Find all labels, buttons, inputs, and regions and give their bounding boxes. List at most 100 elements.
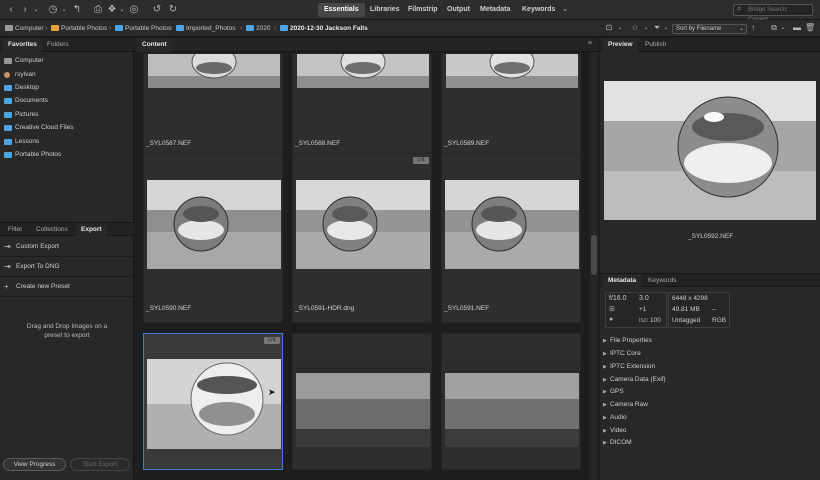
breadcrumb-jackson-falls[interactable]: 2020-12-30 Jackson Falls bbox=[280, 24, 368, 33]
tab-keywords[interactable]: Keywords bbox=[643, 274, 682, 288]
panel-menu-icon[interactable]: ≡ bbox=[588, 40, 592, 47]
open-in-camera-raw-icon[interactable]: ◎ bbox=[129, 3, 139, 17]
chevron-down-icon: ⌄ bbox=[738, 26, 744, 32]
tab-publish[interactable]: Publish bbox=[640, 38, 671, 52]
tab-export[interactable]: Export bbox=[76, 223, 107, 237]
preview-tabs: Preview Publish bbox=[600, 38, 820, 52]
computer-icon bbox=[4, 58, 12, 64]
boomerang-icon[interactable]: ↰ bbox=[72, 3, 82, 17]
breadcrumb-separator-icon: › bbox=[45, 25, 48, 32]
breadcrumb-computer[interactable]: Computer bbox=[5, 24, 44, 33]
export-tabs: Filter Collections Export bbox=[0, 222, 134, 237]
thumbnail-cell[interactable] bbox=[441, 333, 581, 470]
tab-metadata[interactable]: Metadata bbox=[603, 274, 642, 288]
metadata-tabs: Metadata Keywords bbox=[600, 273, 820, 288]
chevron-down-icon[interactable]: ⌄ bbox=[642, 21, 650, 35]
tab-collections[interactable]: Collections bbox=[31, 223, 73, 237]
breadcrumb-separator-icon: › bbox=[170, 25, 173, 32]
section-gps[interactable]: ▶ GPS bbox=[600, 386, 814, 399]
workspace-output[interactable]: Output bbox=[441, 3, 476, 17]
workspace-essentials[interactable]: Essentials bbox=[318, 3, 365, 17]
workspace-metadata[interactable]: Metadata bbox=[474, 3, 516, 17]
breadcrumb-2020[interactable]: 2020 bbox=[246, 24, 270, 33]
thumbnail-cell[interactable]: _SYL0590.NEF bbox=[143, 153, 283, 323]
breadcrumb-imported-photos[interactable]: Imported_Photos bbox=[176, 24, 236, 33]
get-photos-icon[interactable]: ⎙ bbox=[92, 3, 104, 17]
recent-files-icon[interactable]: ⧉ bbox=[769, 21, 779, 35]
tab-favorites[interactable]: Favorites bbox=[3, 38, 42, 52]
favorite-rsylvan[interactable]: rsylvan bbox=[0, 68, 133, 81]
favorite-creative-cloud-files[interactable]: Creative Cloud Files bbox=[0, 121, 133, 134]
chevron-right-icon: ▶ bbox=[603, 428, 607, 434]
section-file-properties[interactable]: ▶ File Properties bbox=[600, 335, 814, 348]
chevron-down-icon[interactable]: ⌄ bbox=[779, 21, 787, 35]
scrollbar-thumb[interactable] bbox=[591, 235, 597, 275]
chevron-down-icon[interactable]: ⌄ bbox=[616, 21, 624, 35]
favorite-lessons[interactable]: Lessons bbox=[0, 135, 133, 148]
refine-icon[interactable]: ❖ bbox=[106, 3, 118, 17]
forward-icon[interactable]: › bbox=[20, 3, 30, 17]
section-camera-data[interactable]: ▶ Camera Data (Exif) bbox=[600, 374, 814, 387]
export-icon: ⇥ bbox=[4, 262, 11, 271]
chevron-down-icon[interactable]: ⌄ bbox=[60, 3, 68, 17]
color-profile-value: Untagged bbox=[672, 317, 701, 324]
search-icon: ⌕ bbox=[737, 4, 742, 13]
star-filter-icon[interactable]: ☆ bbox=[630, 21, 640, 35]
trash-icon[interactable]: 🗑 bbox=[805, 21, 815, 35]
export-to-dng[interactable]: ⇥ Export To DNG bbox=[0, 257, 133, 277]
workspace-filmstrip[interactable]: Filmstrip bbox=[402, 3, 444, 17]
export-custom[interactable]: ⇥ Custom Export bbox=[0, 237, 133, 257]
drop-hint: Drag and Drop Images on a preset to expo… bbox=[26, 323, 108, 339]
chevron-down-icon[interactable]: ⌄ bbox=[32, 3, 40, 17]
view-progress-button[interactable]: View Progress bbox=[3, 458, 66, 471]
start-export-button[interactable]: Start Export bbox=[70, 458, 130, 471]
thumbnail-cell-selected[interactable]: ⊡⇅ ➤ bbox=[143, 333, 283, 470]
breadcrumb-portable-photos[interactable]: Portable Photos bbox=[51, 24, 107, 33]
sort-ascending-icon[interactable]: ↑ bbox=[749, 21, 757, 35]
favorite-portable-photos[interactable]: Portable Photos bbox=[0, 148, 133, 161]
thumbnail-cell[interactable]: ⊡⇅ _SYL0591-HDR.dng bbox=[292, 153, 432, 323]
favorite-computer[interactable]: Computer bbox=[0, 54, 133, 67]
thumbnail-cell[interactable]: _SYL0591.NEF bbox=[441, 153, 581, 323]
back-icon[interactable]: ‹ bbox=[6, 3, 16, 17]
content-scrollbar[interactable] bbox=[590, 52, 598, 480]
workspace-more-button[interactable]: ⌄ bbox=[560, 3, 570, 17]
camera-info-box: f/16.0 3.0 ⊞ +1 ● ISO 100 bbox=[605, 292, 667, 328]
recent-icon[interactable]: ◷ bbox=[47, 3, 59, 17]
workspace-keywords[interactable]: Keywords bbox=[516, 3, 561, 17]
filter-icon[interactable]: ⏷ bbox=[652, 21, 662, 35]
chevron-down-icon[interactable]: ⌄ bbox=[662, 21, 670, 35]
quality-icon[interactable]: ⊡ bbox=[604, 21, 614, 35]
search-input[interactable]: ⌕ Bridge Search: Current... bbox=[733, 4, 813, 23]
aperture-value: f/16.0 bbox=[609, 295, 627, 302]
section-dicom[interactable]: ▶ DICOM bbox=[600, 437, 814, 450]
rotate-right-icon[interactable]: ↻ bbox=[168, 3, 178, 17]
folder-icon bbox=[246, 25, 254, 32]
section-video[interactable]: ▶ Video bbox=[600, 425, 814, 438]
favorite-pictures[interactable]: Pictures bbox=[0, 108, 133, 121]
thumbnail-cell[interactable] bbox=[292, 333, 432, 470]
section-iptc-extension[interactable]: ▶ IPTC Extension bbox=[600, 361, 814, 374]
folder-icon bbox=[4, 112, 12, 118]
folder-icon bbox=[115, 25, 123, 32]
new-folder-icon[interactable]: ▬ bbox=[792, 21, 802, 35]
workspace-libraries[interactable]: Libraries bbox=[364, 3, 406, 17]
section-iptc-core[interactable]: ▶ IPTC Core bbox=[600, 348, 814, 361]
tab-filter[interactable]: Filter bbox=[3, 223, 27, 237]
photo-thumbnail bbox=[296, 180, 430, 269]
favorite-documents[interactable]: Documents bbox=[0, 94, 133, 107]
chevron-down-icon[interactable]: ⌄ bbox=[118, 3, 126, 17]
create-new-preset[interactable]: + Create new Preset bbox=[0, 277, 133, 297]
rotate-left-icon[interactable]: ↺ bbox=[152, 3, 162, 17]
tab-preview[interactable]: Preview bbox=[603, 38, 638, 52]
preview-image[interactable] bbox=[604, 81, 816, 220]
plus-icon: + bbox=[4, 282, 9, 291]
tab-folders[interactable]: Folders bbox=[42, 38, 74, 52]
sort-select[interactable]: Sort by Filename ⌄ bbox=[672, 24, 747, 34]
section-camera-raw[interactable]: ▶ Camera Raw bbox=[600, 399, 814, 412]
tab-content[interactable]: Content bbox=[137, 38, 172, 52]
favorite-desktop[interactable]: Desktop bbox=[0, 81, 133, 94]
section-audio[interactable]: ▶ Audio bbox=[600, 412, 814, 425]
breadcrumb-portable-photos-2[interactable]: Portable Photos bbox=[115, 24, 171, 33]
photo-thumbnail bbox=[147, 180, 281, 269]
